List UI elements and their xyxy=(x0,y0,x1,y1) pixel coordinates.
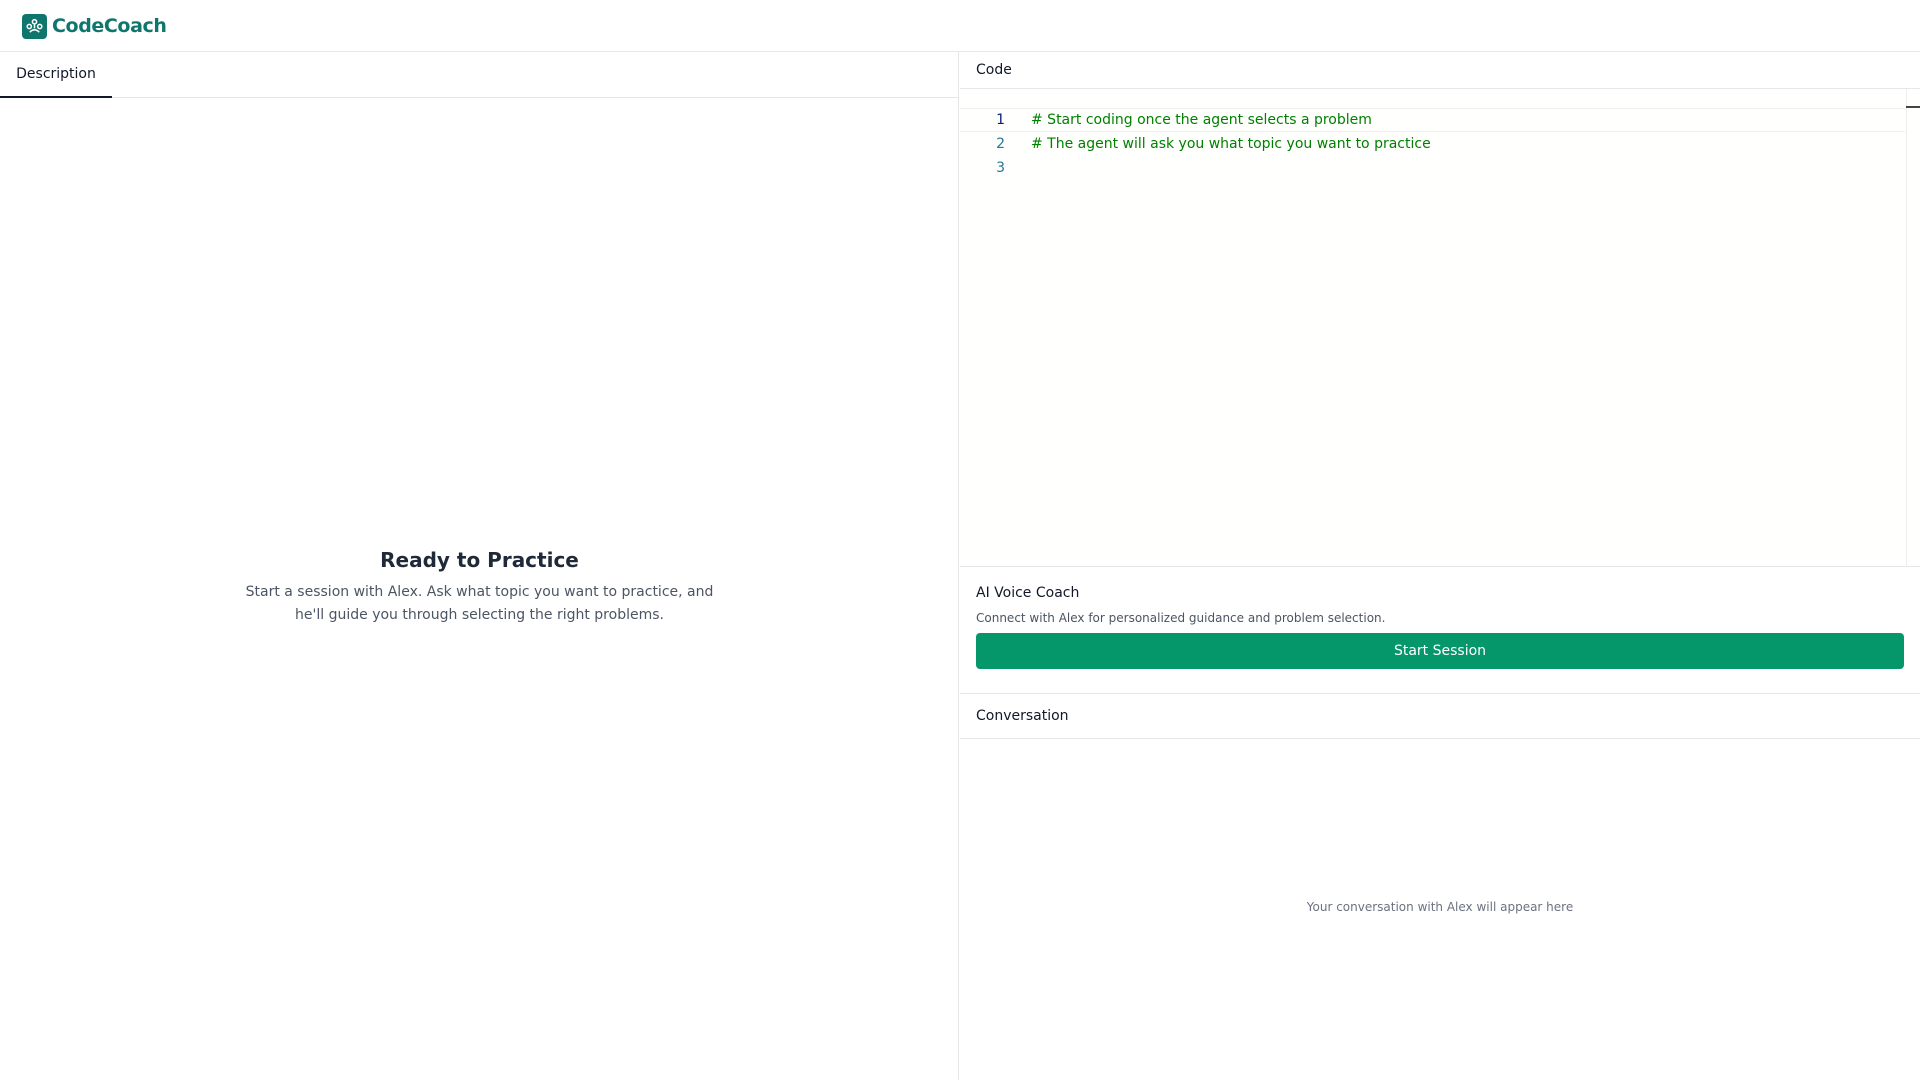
tab-description[interactable]: Description xyxy=(0,52,112,98)
scrollbar-cursor-marker xyxy=(1906,106,1920,108)
editor-scrollbar[interactable] xyxy=(1906,89,1920,567)
tab-bar: Description xyxy=(0,52,959,98)
empty-state-description: Start a session with Alex. Ask what topi… xyxy=(245,584,714,623)
conversation-title: Conversation xyxy=(976,708,1069,724)
description-panel: Description Ready to Practice Start a se… xyxy=(0,52,959,1080)
code-editor[interactable]: 1 # Start coding once the agent selects … xyxy=(960,89,1920,567)
code-line[interactable]: 1 # Start coding once the agent selects … xyxy=(960,108,1905,132)
line-text[interactable]: # The agent will ask you what topic you … xyxy=(1031,136,1431,152)
voice-coach-subtitle: Connect with Alex for personalized guida… xyxy=(976,611,1386,625)
workspace-panel: Code 1 # Start coding once the agent sel… xyxy=(960,52,1920,1080)
conversation-empty-message: Your conversation with Alex will appear … xyxy=(1306,900,1574,914)
code-title: Code xyxy=(976,62,1012,78)
line-text[interactable]: # Start coding once the agent selects a … xyxy=(1031,112,1372,128)
brand-logo-link[interactable]: CodeCoach xyxy=(22,13,167,39)
top-bar: CodeCoach xyxy=(0,0,1920,52)
empty-state: Ready to Practice Start a session with A… xyxy=(0,547,959,627)
code-line[interactable]: 3 xyxy=(960,156,1905,180)
code-header: Code xyxy=(960,52,1920,89)
line-number: 1 xyxy=(996,112,1005,128)
brand-name: CodeCoach xyxy=(52,15,167,37)
empty-state-title: Ready to Practice xyxy=(380,548,579,572)
line-number: 3 xyxy=(996,160,1005,176)
voice-coach-title: AI Voice Coach xyxy=(976,585,1080,601)
voice-coach-section: AI Voice Coach Connect with Alex for per… xyxy=(960,567,1920,694)
conversation-body: Your conversation with Alex will appear … xyxy=(960,739,1920,1080)
conversation-header: Conversation xyxy=(960,694,1920,739)
line-number: 2 xyxy=(996,136,1005,152)
codecoach-logo-icon xyxy=(22,13,47,39)
code-line[interactable]: 2 # The agent will ask you what topic yo… xyxy=(960,132,1905,156)
start-session-button[interactable]: Start Session xyxy=(976,633,1904,669)
